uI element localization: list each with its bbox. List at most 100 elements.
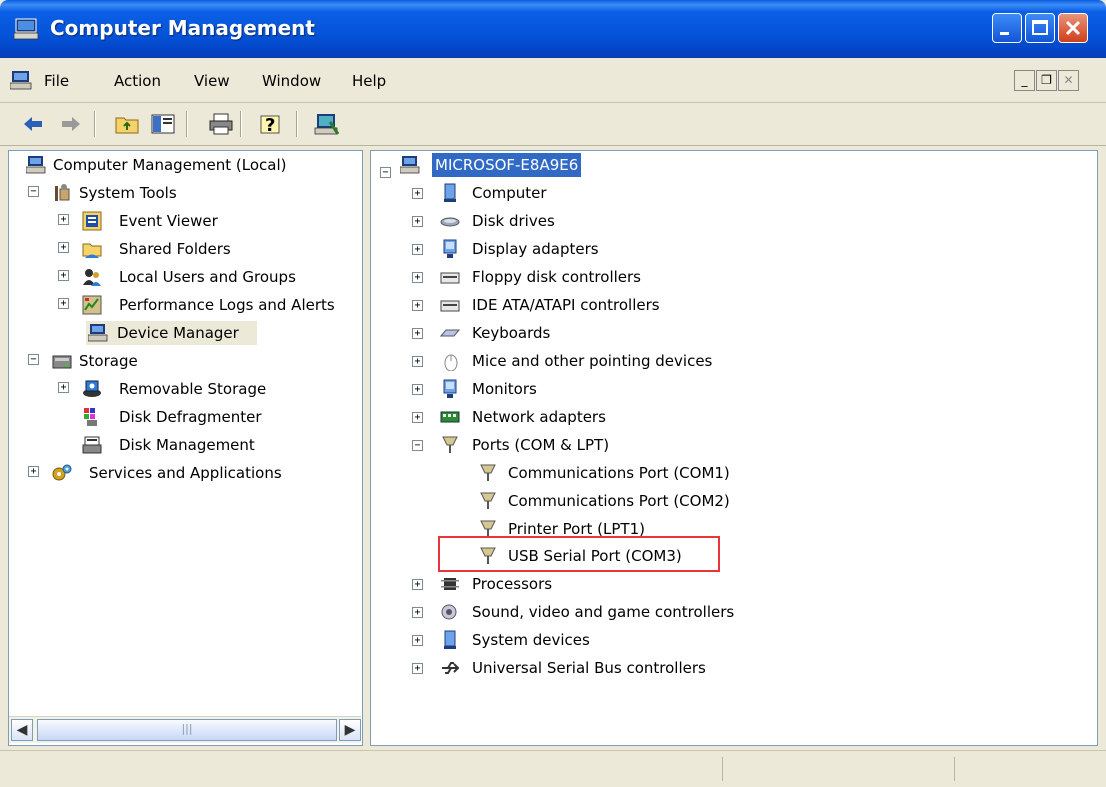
close-button[interactable] [1058, 13, 1088, 43]
highlight-box [438, 536, 720, 572]
toolbar-separator [94, 111, 96, 137]
collapse-icon[interactable]: − [28, 354, 39, 365]
back-icon[interactable] [20, 112, 46, 136]
mouse-icon [444, 354, 458, 371]
print-icon[interactable] [208, 112, 234, 136]
menu-action[interactable]: Action [114, 72, 161, 90]
toolbar-separator [296, 111, 298, 137]
computer-management-icon [26, 156, 46, 174]
expand-icon[interactable]: + [412, 579, 423, 590]
monitor-icon [443, 379, 457, 398]
storage-icon [52, 355, 72, 369]
services-applications-icon [52, 464, 72, 481]
status-bar [0, 750, 1106, 787]
expand-icon[interactable]: + [412, 384, 423, 395]
expand-icon[interactable]: + [28, 466, 39, 477]
disk-management-icon [82, 436, 102, 454]
tree-label: Shared Folders [119, 240, 231, 258]
svg-text:?: ? [265, 115, 275, 136]
tree-label: Services and Applications [89, 464, 282, 482]
tree-label: Sound, video and game controllers [472, 603, 735, 621]
expand-icon[interactable]: + [412, 300, 423, 311]
keyboard-icon [440, 329, 460, 337]
processor-icon [441, 578, 459, 590]
window-title: Computer Management [50, 16, 315, 40]
system-tools-icon [55, 184, 70, 201]
title-bar[interactable]: Computer Management [0, 0, 1106, 58]
performance-logs-icon [82, 295, 102, 315]
tree-label: Processors [472, 575, 553, 593]
tree-label: Removable Storage [119, 380, 267, 398]
expand-icon[interactable]: + [412, 663, 423, 674]
toolbar-separator [240, 111, 242, 137]
tree-label: Local Users and Groups [119, 268, 296, 286]
help-icon[interactable]: ? [258, 112, 284, 136]
tree-label: Floppy disk controllers [472, 268, 641, 286]
maximize-icon [1032, 20, 1048, 35]
tree-label: Display adapters [472, 240, 599, 258]
expand-icon[interactable]: + [412, 635, 423, 646]
minimize-button[interactable] [992, 13, 1022, 43]
mdi-minimize-button[interactable]: _ [1014, 70, 1035, 91]
close-icon [1065, 20, 1081, 36]
up-folder-icon[interactable] [114, 112, 140, 136]
tree-label: Disk drives [472, 212, 555, 230]
expand-icon[interactable]: + [412, 356, 423, 367]
app-menu-icon[interactable] [10, 70, 32, 90]
collapse-icon[interactable]: − [28, 186, 39, 197]
tree-label: System Tools [79, 184, 177, 202]
mdi-restore-button[interactable]: ❐ [1036, 70, 1057, 91]
properties-icon[interactable] [314, 112, 340, 136]
expand-icon[interactable]: + [58, 214, 69, 225]
tree-label: Computer Management (Local) [53, 156, 287, 174]
toolbar-separator [186, 111, 188, 137]
computer-icon [400, 156, 420, 174]
expand-icon[interactable]: + [58, 298, 69, 309]
tree-node-device-manager[interactable]: Device Manager [86, 321, 257, 345]
collapse-icon[interactable]: − [412, 440, 423, 451]
collapse-icon[interactable]: − [380, 167, 391, 178]
expand-icon[interactable]: + [412, 244, 423, 255]
system-device-icon [444, 630, 456, 649]
tree-label: Universal Serial Bus controllers [472, 659, 706, 677]
floppy-controller-icon [440, 272, 460, 284]
expand-icon[interactable]: + [412, 607, 423, 618]
scroll-left-button[interactable]: ◀ [11, 719, 33, 741]
forward-icon[interactable] [58, 112, 84, 136]
tree-label: Disk Management [119, 436, 255, 454]
network-adapter-icon [440, 411, 460, 423]
tree-label: IDE ATA/ATAPI controllers [472, 296, 660, 314]
tree-label: Monitors [472, 380, 537, 398]
horizontal-scrollbar[interactable]: ◀ ||| ▶ [9, 716, 361, 743]
expand-icon[interactable]: + [412, 412, 423, 423]
menu-help[interactable]: Help [352, 72, 386, 90]
toolbar: ? [0, 103, 1106, 146]
device-manager-icon [88, 324, 108, 342]
menu-window[interactable]: Window [262, 72, 321, 90]
expand-icon[interactable]: + [58, 382, 69, 393]
scroll-right-button[interactable]: ▶ [339, 719, 361, 741]
show-hide-tree-icon[interactable] [150, 112, 176, 136]
tree-label: Communications Port (COM1) [508, 464, 730, 482]
tree-label: Network adapters [472, 408, 606, 426]
expand-icon[interactable]: + [412, 328, 423, 339]
menu-bar: File Action View Window Help [0, 58, 1106, 103]
tree-label: Ports (COM & LPT) [472, 436, 610, 454]
disk-drive-icon [440, 217, 460, 227]
maximize-button[interactable] [1025, 13, 1055, 43]
expand-icon[interactable]: + [412, 216, 423, 227]
status-panel [722, 757, 954, 781]
menu-file[interactable]: File [44, 72, 69, 90]
scroll-thumb[interactable]: ||| [37, 719, 337, 741]
display-adapter-icon [443, 239, 457, 258]
expand-icon[interactable]: + [58, 270, 69, 281]
expand-icon[interactable]: + [412, 272, 423, 283]
tree-label: Communications Port (COM2) [508, 492, 730, 510]
expand-icon[interactable]: + [58, 242, 69, 253]
menu-view[interactable]: View [194, 72, 230, 90]
computer-icon [444, 183, 456, 202]
port-icon [480, 492, 496, 509]
tree-label: Disk Defragmenter [119, 408, 262, 426]
expand-icon[interactable]: + [412, 188, 423, 199]
mdi-close-button[interactable]: ✕ [1058, 70, 1079, 91]
